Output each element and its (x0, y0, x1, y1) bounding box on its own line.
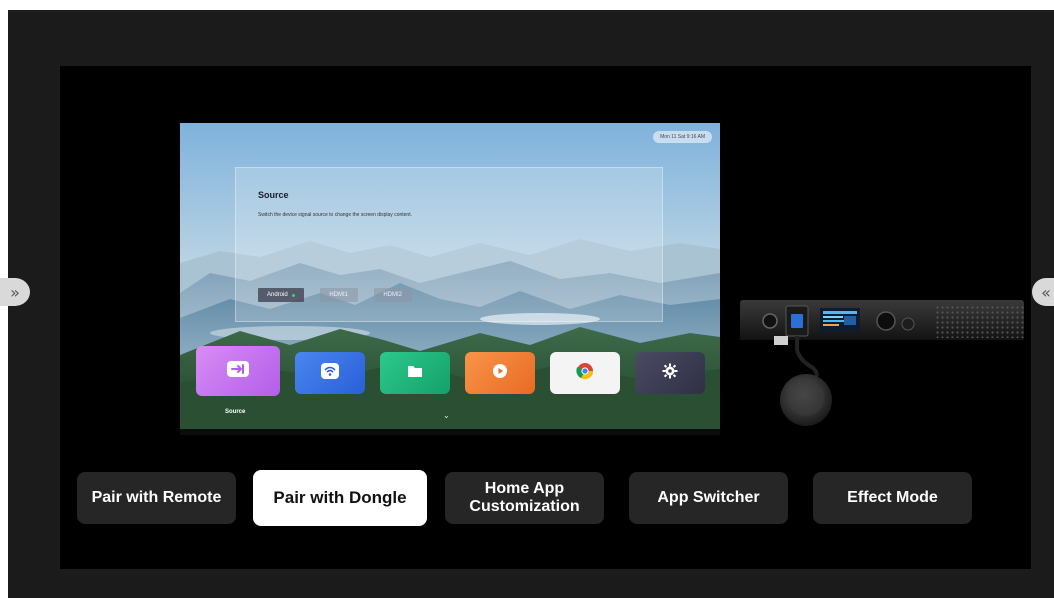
dock-app-files[interactable] (380, 352, 450, 394)
source-option-android[interactable]: Android (258, 288, 304, 302)
tab-label: Effect Mode (847, 489, 938, 506)
tab-label: Home App Customization (469, 480, 580, 515)
source-options: Android HDMI1 HDMI2 (258, 288, 412, 302)
dongle-hardware-image (740, 300, 1024, 426)
double-chevron-right-icon: » (10, 282, 20, 302)
double-chevron-left-icon: « (1041, 282, 1051, 302)
play-icon (492, 363, 508, 384)
tab-label: Pair with Dongle (273, 488, 407, 507)
source-panel-title: Source (258, 190, 289, 200)
dock-app-source[interactable] (196, 346, 280, 396)
active-indicator-dot (291, 293, 295, 297)
tv-screen-preview: Mon 11 Sat 9:16 AM Source Switch the dev… (180, 123, 720, 435)
status-bar: Mon 11 Sat 9:16 AM (653, 131, 712, 143)
tab-pair-with-dongle[interactable]: Pair with Dongle (253, 470, 427, 526)
next-slide-button[interactable]: « (1032, 278, 1054, 306)
source-option-label: Android (267, 292, 288, 298)
source-option-hdmi2[interactable]: HDMI2 (373, 288, 412, 302)
tab-app-switcher[interactable]: App Switcher (629, 472, 788, 524)
tab-label: App Switcher (657, 489, 760, 506)
dock-app-chrome[interactable] (550, 352, 620, 394)
tab-pair-with-remote[interactable]: Pair with Remote (77, 472, 236, 524)
dock-selected-label: Source (225, 409, 246, 415)
wifi-icon (321, 362, 339, 384)
tab-effect-mode[interactable]: Effect Mode (813, 472, 972, 524)
gear-icon (662, 363, 678, 384)
source-option-hdmi1[interactable]: HDMI1 (319, 288, 358, 302)
source-option-label: HDMI2 (383, 292, 403, 298)
dock-app-settings[interactable] (635, 352, 705, 394)
chevron-down-icon[interactable]: ⌄ (443, 411, 450, 420)
chrome-icon (576, 362, 594, 385)
source-panel-description: Switch the device signal source to chang… (258, 212, 412, 218)
previous-slide-button[interactable]: » (0, 278, 30, 306)
dock-app-media-player[interactable] (465, 352, 535, 394)
status-text: Mon 11 Sat 9:16 AM (660, 134, 705, 140)
source-option-label: HDMI1 (329, 292, 349, 298)
folder-icon (407, 364, 423, 383)
app-dock (196, 346, 705, 396)
tab-home-app-customization[interactable]: Home App Customization (445, 472, 604, 524)
dock-app-screen-share[interactable] (295, 352, 365, 394)
source-panel: Source Switch the device signal source t… (235, 167, 663, 322)
source-icon (227, 360, 249, 382)
tab-label: Pair with Remote (91, 489, 222, 506)
